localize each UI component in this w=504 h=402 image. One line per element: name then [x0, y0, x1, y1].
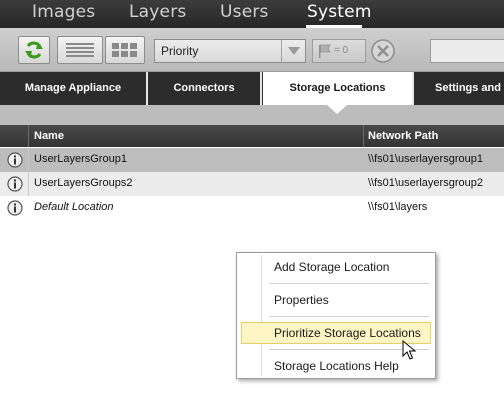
tab-connectors[interactable]: Connectors: [148, 72, 262, 105]
chevron-down-icon: [281, 40, 305, 62]
sub-tabs: Manage Appliance Connectors Storage Loca…: [0, 72, 504, 105]
table-row[interactable]: Default Location \\fs01\layers: [0, 196, 504, 220]
grid-view-button[interactable]: [105, 36, 145, 64]
tab-storage-locations[interactable]: Storage Locations: [263, 72, 412, 105]
table-header: Name Network Path: [0, 125, 504, 147]
flag-icon: [319, 44, 331, 58]
column-divider: [28, 125, 29, 147]
mouse-cursor-icon: [402, 340, 417, 360]
column-divider: [363, 125, 364, 147]
app-window: Images Layers Users System Priority = 0 …: [0, 0, 504, 402]
table-row[interactable]: UserLayersGroup1 \\fs01\userlayersgroup1: [0, 148, 504, 172]
flag-filter[interactable]: = 0: [312, 39, 366, 63]
row-divider: [28, 172, 29, 196]
menu-item-add-storage-location[interactable]: Add Storage Location: [241, 256, 431, 278]
nav-tab-layers[interactable]: Layers: [129, 2, 186, 22]
column-header-name[interactable]: Name: [34, 130, 64, 142]
info-icon[interactable]: [7, 176, 23, 192]
menu-separator: [269, 283, 429, 284]
active-tab-notch: [327, 105, 347, 114]
info-icon[interactable]: [7, 200, 23, 216]
nav-tab-images[interactable]: Images: [32, 2, 95, 22]
tab-content-strip: [0, 105, 504, 125]
info-icon[interactable]: [7, 152, 23, 168]
priority-select[interactable]: Priority: [154, 39, 306, 63]
refresh-button[interactable]: [18, 36, 50, 64]
menu-separator: [269, 316, 429, 317]
row-name: UserLayersGroups2: [34, 177, 133, 189]
menu-item-properties[interactable]: Properties: [241, 289, 431, 311]
clear-filter-icon: [371, 39, 395, 63]
nav-tab-system[interactable]: System: [307, 2, 372, 22]
row-network-path: \\fs01\userlayersgroup1: [368, 153, 483, 165]
nav-tab-users[interactable]: Users: [220, 2, 269, 22]
top-nav: Images Layers Users System: [0, 0, 504, 28]
flag-count: = 0: [334, 45, 349, 56]
list-view-icon: [66, 43, 94, 57]
row-network-path: \\fs01\layers: [368, 201, 428, 213]
row-network-path: \\fs01\userlayersgroup2: [368, 177, 483, 189]
table-row[interactable]: UserLayersGroups2 \\fs01\userlayersgroup…: [0, 172, 504, 196]
tab-manage-appliance[interactable]: Manage Appliance: [0, 72, 148, 105]
list-view-button[interactable]: [57, 36, 103, 64]
grid-view-icon: [112, 43, 137, 57]
search-input[interactable]: [430, 39, 504, 63]
row-name: UserLayersGroup1: [34, 153, 127, 165]
priority-select-value: Priority: [161, 44, 199, 58]
clear-filter-button[interactable]: [369, 37, 397, 65]
row-name: Default Location: [34, 201, 114, 213]
tab-settings[interactable]: Settings and: [412, 72, 504, 105]
row-divider: [28, 148, 29, 172]
column-header-network-path[interactable]: Network Path: [368, 130, 438, 142]
refresh-icon: [25, 41, 43, 59]
